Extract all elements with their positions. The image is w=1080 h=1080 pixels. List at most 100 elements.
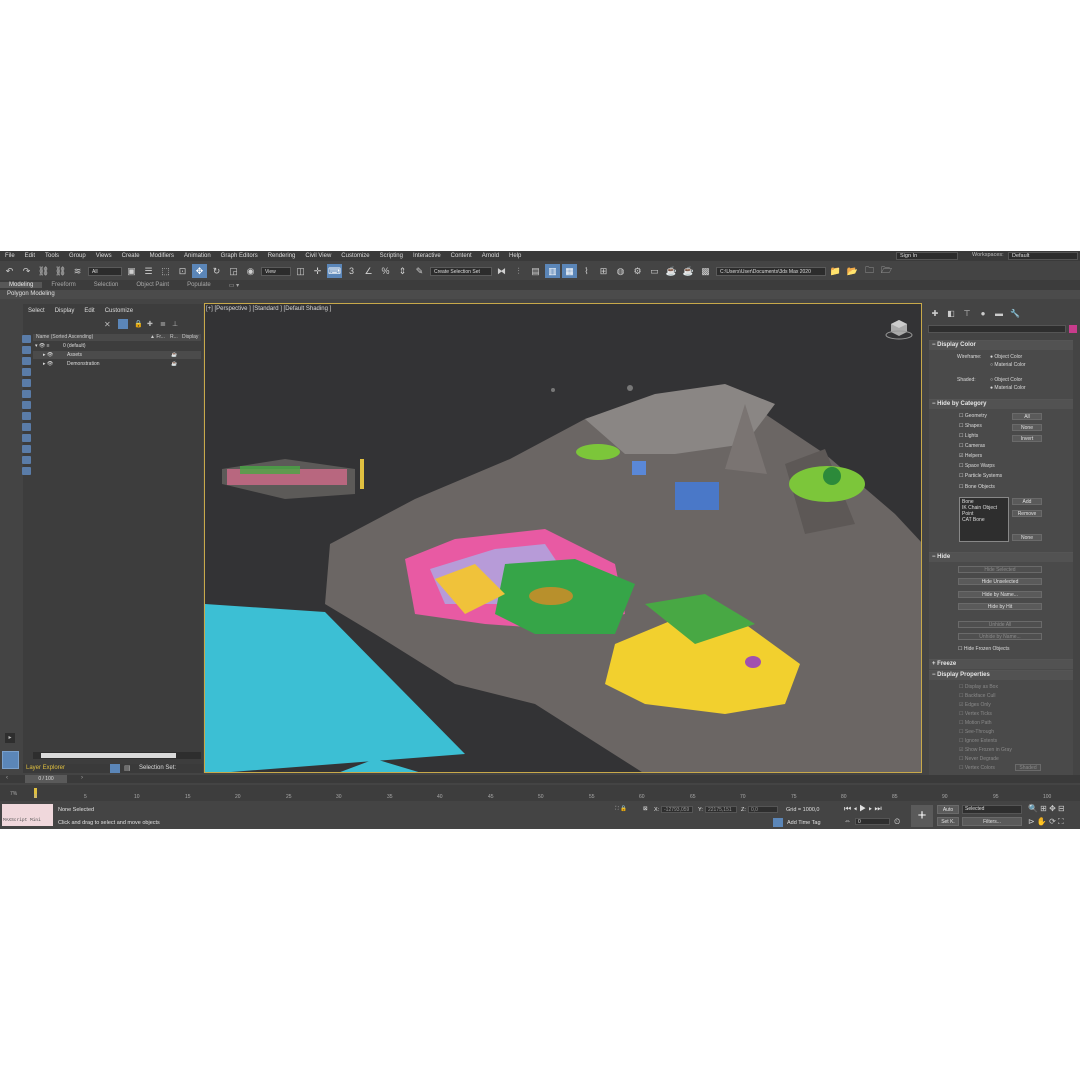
menu-tools[interactable]: Tools (40, 253, 64, 259)
col-render[interactable]: R... (170, 334, 178, 341)
expand-icon[interactable]: ▸ 👁 (43, 360, 53, 368)
none-button[interactable]: None (1012, 424, 1042, 431)
checkbox-helpers[interactable]: ☑ Helpers (959, 453, 982, 459)
checkbox-ignore-extents[interactable]: ☐ Ignore Extents (959, 738, 997, 744)
isolate-icon[interactable]: ⛶ 🔒 (615, 806, 627, 813)
scene-menu-display[interactable]: Display (55, 308, 75, 314)
all-button[interactable]: All (1012, 413, 1042, 420)
unhide-by-name-button[interactable]: Unhide by Name... (958, 633, 1042, 640)
display-geometry-icon[interactable] (22, 335, 31, 343)
render-toggle-icon[interactable]: ☕ (171, 360, 177, 368)
menu-animation[interactable]: Animation (179, 253, 216, 259)
settings-icon[interactable]: ⊥ (172, 320, 178, 328)
rendered-frame-icon[interactable]: ▭ (647, 264, 662, 278)
close-icon[interactable]: ✕ (104, 320, 111, 329)
add-time-tag[interactable]: Add Time Tag (787, 820, 821, 826)
time-config-icon[interactable]: ⏲ (894, 817, 900, 827)
display-all-icon[interactable] (22, 467, 31, 475)
key-mode-icon[interactable]: ⇔ (844, 818, 851, 825)
layer-row-default[interactable]: ▾ 👁 ≡ 0 (default) (33, 342, 201, 350)
viewport-label[interactable]: [+] [Perspective ] [Standard ] [Default … (206, 306, 331, 312)
layers-icon[interactable]: ≣ (160, 320, 166, 328)
time-slider[interactable]: 0 / 100 ‹ › (0, 775, 1080, 783)
layer-row-demonstration[interactable]: ▸ 👁 Demonstration ☕ (33, 360, 201, 368)
col-display[interactable]: Display (182, 334, 198, 341)
menu-graph-editors[interactable]: Graph Editors (216, 253, 263, 259)
link-icon[interactable]: ⛓ (36, 264, 51, 278)
menu-civil-view[interactable]: Civil View (300, 253, 336, 259)
viewcube-icon[interactable] (885, 319, 913, 341)
menu-views[interactable]: Views (91, 253, 117, 259)
checkbox-show-frozen-gray[interactable]: ☑ Show Frozen in Gray (959, 747, 1012, 753)
zoom-icon[interactable]: 🔍 ⊞ ✥ ⊟ (1028, 804, 1065, 813)
play-icon[interactable]: ▸ (5, 733, 15, 743)
edit-named-sets-icon[interactable]: ✎ (412, 264, 427, 278)
mirror-icon[interactable]: ⧓ (494, 264, 509, 278)
prev-frame-icon[interactable]: ‹ (6, 775, 8, 781)
modify-tab-icon[interactable]: ◧ (944, 309, 958, 319)
display-bones-icon[interactable] (22, 423, 31, 431)
absolute-mode-icon[interactable]: ⊠ (643, 806, 648, 812)
polygon-modeling-label[interactable]: Polygon Modeling (0, 291, 55, 297)
col-name[interactable]: Name (Sorted Ascending) (36, 334, 93, 341)
menu-create[interactable]: Create (117, 253, 145, 259)
scene-menu-customize[interactable]: Customize (105, 308, 133, 314)
menu-file[interactable]: File (0, 253, 20, 259)
spinner-snap-icon[interactable]: ⇕ (395, 264, 410, 278)
reference-coord-dropdown[interactable]: View (261, 266, 291, 276)
z-coordinate-field[interactable]: 0,0 (748, 806, 778, 813)
create-tab-icon[interactable]: ✚ (928, 309, 942, 319)
maxscript-listener[interactable]: MAXScript Mini (2, 804, 53, 826)
checkbox-particle-systems[interactable]: ☐ Particle Systems (959, 473, 1002, 479)
workspaces-dropdown[interactable]: Default (1008, 252, 1078, 260)
display-frozen-icon[interactable] (22, 445, 31, 453)
display-cameras-icon[interactable] (22, 368, 31, 376)
hide-by-category-header[interactable]: − Hide by Category (929, 400, 1073, 409)
display-helpers-icon[interactable] (22, 379, 31, 387)
auto-key-button[interactable]: Auto (937, 805, 959, 814)
display-hidden-icon[interactable] (22, 456, 31, 464)
add-button[interactable]: Add (1012, 498, 1042, 505)
select-object-icon[interactable]: ▣ (124, 264, 139, 278)
rect-select-icon[interactable]: ⬚ (158, 264, 173, 278)
angle-snap-icon[interactable]: ∠ (361, 264, 376, 278)
set-key-icon[interactable]: + (911, 805, 933, 827)
time-tag-icon[interactable] (773, 818, 783, 827)
align-icon[interactable]: ⫶ (511, 264, 526, 278)
list-item[interactable]: CAT Bone (962, 517, 985, 523)
expand-icon[interactable]: ▸ 👁 (43, 351, 53, 359)
radio-wire-material-color[interactable]: ○ Material Color (990, 362, 1026, 368)
checkbox-never-degrade[interactable]: ☐ Never Degrade (959, 756, 999, 762)
menu-customize[interactable]: Customize (336, 253, 374, 259)
checkbox-geometry[interactable]: ☐ Geometry (959, 413, 987, 419)
invert-button[interactable]: Invert (1012, 435, 1042, 442)
percent-snap-icon[interactable]: % (378, 264, 393, 278)
orbit-icon[interactable]: ⊳ ✋ ⟳ ⛶ (1028, 817, 1064, 827)
render-setup-icon[interactable]: ⚙ (630, 264, 645, 278)
menu-interactive[interactable]: Interactive (408, 253, 446, 259)
checkbox-backface-cull[interactable]: ☐ Backface Cull (959, 693, 995, 699)
tab-modeling[interactable]: Modeling (0, 282, 43, 288)
tab-object-paint[interactable]: Object Paint (127, 282, 178, 288)
remove-button[interactable]: Remove (1012, 510, 1042, 517)
radio-shaded-material-color[interactable]: ● Material Color (990, 385, 1026, 391)
display-lights-icon[interactable] (22, 357, 31, 365)
archive-folder-icon[interactable]: 🗁 (879, 264, 894, 278)
lock-icon[interactable]: 🔒 (134, 320, 143, 328)
checkbox-motion-path[interactable]: ☐ Motion Path (959, 720, 992, 726)
checkbox-display-as-box[interactable]: ☐ Display as Box (959, 684, 998, 690)
menu-scripting[interactable]: Scripting (375, 253, 408, 259)
render-production-icon[interactable]: ☕ (664, 264, 679, 278)
category-list[interactable]: Bone IK Chain Object Point CAT Bone (959, 497, 1009, 542)
set-key-button[interactable]: Set K. (937, 817, 959, 826)
hide-header[interactable]: − Hide (929, 553, 1073, 562)
none-button-2[interactable]: None (1012, 534, 1042, 541)
placement-icon[interactable]: ◉ (243, 264, 258, 278)
open-folder-icon[interactable]: 📂 (845, 264, 860, 278)
move-icon[interactable]: ✥ (192, 264, 207, 278)
y-coordinate-field[interactable]: 22175,151 (705, 806, 737, 813)
current-frame-field[interactable]: 0 (855, 818, 890, 825)
save-folder-icon[interactable]: 🗀 (862, 264, 877, 278)
checkbox-hide-frozen[interactable]: ☐ Hide Frozen Objects (958, 646, 1009, 652)
display-groups-icon[interactable] (22, 401, 31, 409)
